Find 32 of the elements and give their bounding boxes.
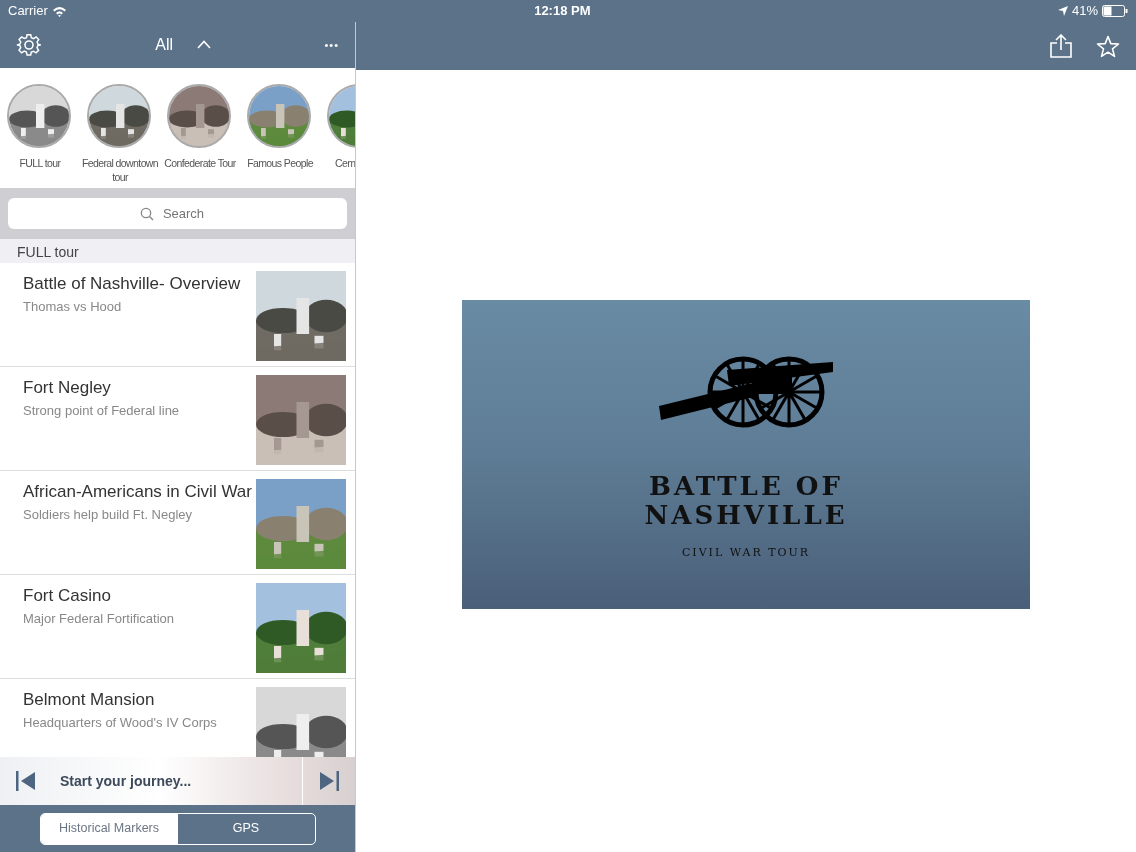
tour-name: FULL tour bbox=[18, 155, 62, 171]
list-row[interactable]: Fort Negley Strong point of Federal line bbox=[0, 367, 355, 472]
filter-dropdown[interactable]: All bbox=[155, 32, 212, 57]
more-button[interactable]: ••• bbox=[324, 36, 339, 54]
tour-name: Federal downtown tour bbox=[81, 155, 159, 185]
section-header: FULL tour bbox=[0, 239, 355, 264]
stop-subtitle: Major Federal Fortification bbox=[23, 609, 175, 628]
stop-title: Fort Casino bbox=[23, 585, 112, 608]
search-field[interactable]: Search bbox=[8, 198, 347, 230]
slide-title: BATTLE OF bbox=[649, 471, 843, 502]
slide-subtitle: CIVIL WAR TOUR bbox=[681, 545, 811, 562]
list-row[interactable]: Fort Casino Major Federal Fortification bbox=[0, 575, 355, 680]
tour-name: Confederate Tour bbox=[163, 155, 237, 171]
stop-subtitle: Soldiers help build Ft. Negley bbox=[23, 505, 194, 524]
stop-title: African-Americans in Civil War bbox=[23, 481, 253, 504]
stop-subtitle: Thomas vs Hood bbox=[23, 297, 123, 316]
stop-subtitle: Headquarters of Wood's IV Corps bbox=[23, 713, 218, 732]
stop-title: Battle of Nashville- Overview bbox=[23, 273, 242, 296]
list-row[interactable]: African-Americans in Civil War Soldiers help build Ft. Negley bbox=[0, 471, 355, 576]
stop-title: Belmont Mansion bbox=[23, 689, 156, 712]
slide-title: NASHVILLE bbox=[644, 501, 848, 532]
now-playing-label: Start your journey... bbox=[60, 771, 193, 791]
stop-subtitle: Strong point of Federal line bbox=[23, 401, 181, 420]
clock-time: 12:18 PM bbox=[534, 2, 591, 21]
segment-tab[interactable]: GPS bbox=[177, 813, 315, 844]
segment-tab[interactable]: Historical Markers bbox=[40, 813, 178, 844]
list-row[interactable]: Battle of Nashville- Overview Thomas vs Hood bbox=[0, 263, 355, 368]
carrier-label: Carrier bbox=[8, 2, 48, 21]
tour-name: Famous People bbox=[246, 155, 314, 171]
tour-name: Cem bbox=[335, 155, 355, 171]
stop-title: Fort Negley bbox=[23, 377, 112, 400]
battery-percent: 41% bbox=[1071, 2, 1098, 21]
